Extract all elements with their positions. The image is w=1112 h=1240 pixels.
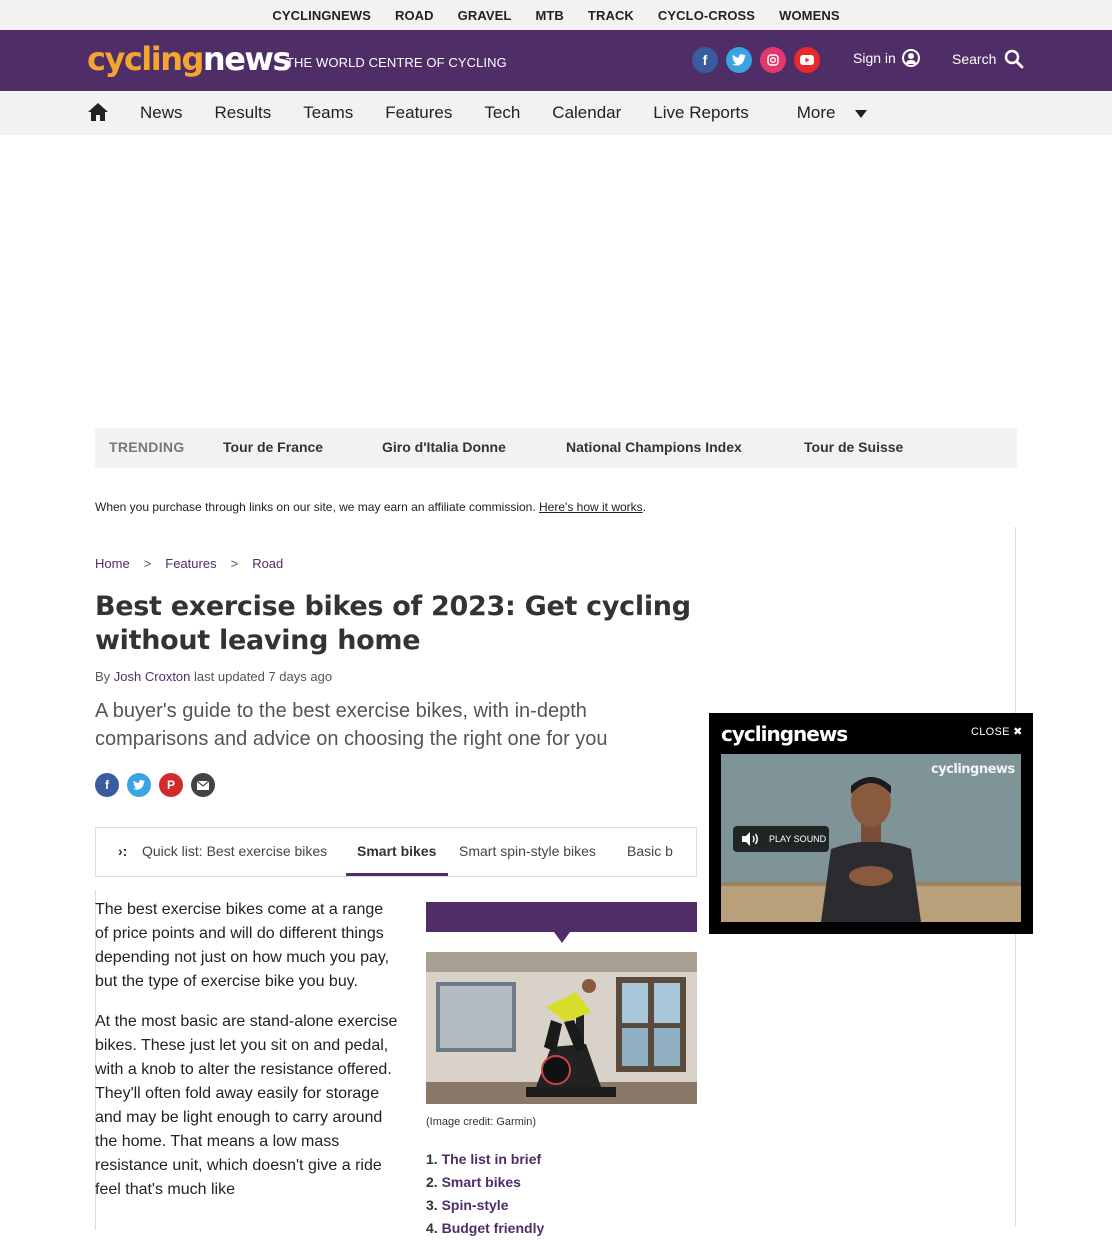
top-link-cyclingnews[interactable]: CYCLINGNEWS bbox=[260, 8, 383, 23]
affiliate-link[interactable]: Here's how it works bbox=[539, 500, 643, 514]
close-icon: ✖ bbox=[1013, 726, 1023, 738]
article-paragraph: At the most basic are stand-alone exerci… bbox=[95, 1013, 398, 1198]
affiliate-text: When you purchase through links on our s… bbox=[95, 500, 536, 514]
nav-item-calendar[interactable]: Calendar bbox=[536, 103, 637, 123]
toc-link-budget[interactable]: Budget friendly bbox=[442, 1220, 545, 1236]
speaker-icon bbox=[742, 832, 758, 846]
sign-in-label: Sign in bbox=[853, 50, 896, 66]
user-icon bbox=[901, 49, 920, 67]
trending-label: TRENDING bbox=[109, 439, 185, 455]
article-title: Best exercise bikes of 2023: Get cycling… bbox=[95, 591, 691, 656]
trending-bar: TRENDING Tour de France Giro d'Italia Do… bbox=[95, 428, 1017, 468]
breadcrumb-separator: > bbox=[143, 556, 152, 571]
article-hero-image bbox=[426, 952, 697, 1104]
table-of-contents: 1. The list in brief 2. Smart bikes 3. S… bbox=[426, 1148, 544, 1240]
play-sound-label: PLAY SOUND bbox=[769, 834, 827, 844]
video-watermark: cyclingnews bbox=[931, 762, 1015, 777]
toc-item: 1. The list in brief bbox=[426, 1148, 544, 1171]
toc-item: 4. Budget friendly bbox=[426, 1217, 544, 1240]
affiliate-period: . bbox=[642, 500, 647, 514]
play-sound-button[interactable]: PLAY SOUND bbox=[733, 826, 829, 852]
toc-link-spin-style[interactable]: Spin-style bbox=[442, 1197, 509, 1213]
toc-link-smart-bikes[interactable]: Smart bikes bbox=[442, 1174, 521, 1190]
top-link-road[interactable]: ROAD bbox=[383, 8, 446, 23]
top-section-bar: CYCLINGNEWS ROAD GRAVEL MTB TRACK CYCLO-… bbox=[0, 0, 1112, 30]
search-button[interactable]: Search bbox=[952, 49, 1024, 69]
jump-tab-smart-bikes[interactable]: Smart bikes bbox=[357, 843, 436, 859]
site-logo[interactable]: cyclingnews bbox=[87, 40, 292, 78]
author-link[interactable]: Josh Croxton bbox=[114, 669, 191, 684]
video-logo: cyclingnews bbox=[721, 722, 848, 746]
share-twitter-icon[interactable] bbox=[127, 773, 151, 797]
nav-item-results[interactable]: Results bbox=[199, 103, 288, 123]
nav-item-teams[interactable]: Teams bbox=[287, 103, 369, 123]
trending-item-tour-de-suisse[interactable]: Tour de Suisse bbox=[804, 439, 903, 455]
top-link-gravel[interactable]: GRAVEL bbox=[446, 8, 524, 23]
chevron-down-icon bbox=[855, 109, 868, 118]
youtube-icon[interactable] bbox=[794, 47, 820, 73]
jump-tab-smart-spin[interactable]: Smart spin-style bikes bbox=[459, 843, 596, 859]
toc-item-number: 4. bbox=[426, 1220, 438, 1236]
nav-items: News Results Teams Features Tech Calenda… bbox=[124, 91, 883, 135]
sign-in-button[interactable]: Sign in bbox=[853, 49, 920, 67]
toc-header-bar bbox=[426, 902, 697, 932]
nav-item-features[interactable]: Features bbox=[369, 103, 468, 123]
video-close-label: CLOSE bbox=[971, 726, 1010, 738]
search-icon bbox=[1005, 49, 1024, 69]
breadcrumb-features[interactable]: Features bbox=[165, 556, 216, 571]
breadcrumb-separator: > bbox=[230, 556, 239, 571]
floating-video-player: cyclingnews CLOSE ✖ cyclingnews PLAY SOU… bbox=[709, 713, 1033, 934]
facebook-icon[interactable]: f bbox=[692, 47, 718, 73]
top-link-womens[interactable]: WOMENS bbox=[767, 8, 852, 23]
share-facebook-icon[interactable]: f bbox=[95, 773, 119, 797]
top-link-cyclo-cross[interactable]: CYCLO-CROSS bbox=[646, 8, 767, 23]
breadcrumb-road[interactable]: Road bbox=[252, 556, 283, 571]
trending-item-national-champions[interactable]: National Champions Index bbox=[566, 439, 742, 455]
toc-item: 3. Spin-style bbox=[426, 1194, 544, 1217]
jump-links-bar: ›: Quick list: Best exercise bikes Smart… bbox=[95, 827, 697, 877]
trending-item-giro-donne[interactable]: Giro d'Italia Donne bbox=[382, 439, 506, 455]
logo-part-cycling: cycling bbox=[87, 40, 204, 78]
toc-item-number: 1. bbox=[426, 1151, 438, 1167]
affiliate-disclaimer: When you purchase through links on our s… bbox=[95, 500, 646, 514]
nav-item-tech[interactable]: Tech bbox=[468, 103, 536, 123]
instagram-icon[interactable] bbox=[760, 47, 786, 73]
share-pinterest-icon[interactable]: P bbox=[159, 773, 183, 797]
site-tagline: THE WORLD CENTRE OF CYCLING bbox=[286, 55, 507, 70]
toc-header-pointer bbox=[554, 932, 570, 943]
toc-item-number: 3. bbox=[426, 1197, 438, 1213]
home-icon[interactable] bbox=[87, 102, 108, 122]
breadcrumb-home[interactable]: Home bbox=[95, 556, 130, 571]
nav-more-label: More bbox=[796, 103, 836, 122]
jump-tab-quick-list[interactable]: Quick list: Best exercise bikes bbox=[142, 843, 327, 859]
main-nav: News Results Teams Features Tech Calenda… bbox=[0, 91, 1112, 135]
toc-item-number: 2. bbox=[426, 1174, 438, 1190]
logo-part-news: news bbox=[202, 40, 292, 78]
site-header: cyclingnews THE WORLD CENTRE OF CYCLING … bbox=[0, 30, 1112, 91]
twitter-icon[interactable] bbox=[726, 47, 752, 73]
article-strapline: A buyer's guide to the best exercise bik… bbox=[95, 700, 608, 750]
video-close-button[interactable]: CLOSE ✖ bbox=[971, 725, 1023, 738]
nav-item-more[interactable]: More bbox=[765, 103, 884, 123]
jump-links-prev-arrow[interactable]: ›: bbox=[118, 843, 127, 859]
trending-item-tour-de-france[interactable]: Tour de France bbox=[223, 439, 323, 455]
nav-item-news[interactable]: News bbox=[124, 103, 199, 123]
breadcrumb: Home > Features > Road bbox=[95, 556, 283, 571]
top-link-mtb[interactable]: MTB bbox=[523, 8, 575, 23]
article-body: The best exercise bikes come at a range … bbox=[95, 898, 400, 1218]
article-paragraph: The best exercise bikes come at a range … bbox=[95, 901, 390, 990]
nav-item-live-reports[interactable]: Live Reports bbox=[637, 103, 764, 123]
active-tab-indicator bbox=[346, 873, 448, 876]
byline-updated: last updated 7 days ago bbox=[194, 669, 333, 684]
article-byline: By Josh Croxton last updated 7 days ago bbox=[95, 669, 332, 684]
toc-item: 2. Smart bikes bbox=[426, 1171, 544, 1194]
image-credit: (Image credit: Garmin) bbox=[426, 1116, 537, 1128]
toc-link-list-in-brief[interactable]: The list in brief bbox=[442, 1151, 542, 1167]
search-label: Search bbox=[952, 51, 997, 67]
video-screen[interactable]: cyclingnews PLAY SOUND bbox=[721, 754, 1021, 922]
share-email-icon[interactable] bbox=[191, 773, 215, 797]
jump-tab-basic[interactable]: Basic b bbox=[627, 843, 673, 859]
top-link-track[interactable]: TRACK bbox=[576, 8, 646, 23]
byline-by: By bbox=[95, 669, 111, 684]
